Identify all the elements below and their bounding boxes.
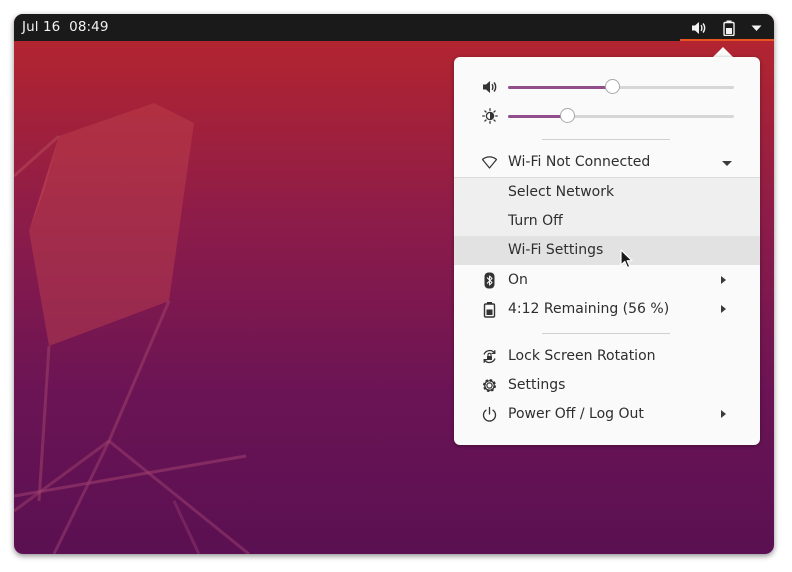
battery-label: 4:12 Remaining (56 %): [508, 301, 670, 317]
tray-speaker[interactable]: [688, 14, 710, 41]
bluetooth-menu-item[interactable]: On: [454, 266, 760, 295]
volume-slider[interactable]: [508, 79, 734, 94]
wifi-settings-label: Wi-Fi Settings: [508, 242, 604, 258]
tray-active-indicator: [680, 39, 774, 41]
mouse-cursor-icon: [620, 249, 633, 269]
tray-menu-toggle[interactable]: [746, 14, 766, 41]
bluetooth-icon: [484, 272, 495, 289]
tray-battery[interactable]: [718, 14, 740, 41]
turn-off-label: Turn Off: [508, 213, 563, 229]
brightness-slider[interactable]: [508, 108, 734, 123]
speaker-icon: [692, 21, 706, 34]
bluetooth-label: On: [508, 272, 528, 288]
gear-icon: [483, 379, 496, 392]
chevron-right-icon: [721, 276, 726, 284]
battery-menu-item[interactable]: 4:12 Remaining (56 %): [454, 295, 760, 324]
wifi-settings-item[interactable]: Wi-Fi Settings: [454, 236, 760, 265]
separator: [542, 333, 670, 334]
battery-icon: [483, 302, 496, 318]
wifi-submenu: Select Network Turn Off Wi-Fi Settings: [454, 177, 760, 265]
top-bar: Jul 16 08:49: [14, 14, 774, 41]
volume-knob[interactable]: [604, 79, 620, 94]
lock-rotation-item[interactable]: Lock Screen Rotation: [454, 342, 760, 371]
lock-rotation-label: Lock Screen Rotation: [508, 348, 656, 364]
battery-icon: [723, 20, 735, 36]
chevron-right-icon: [721, 305, 726, 313]
volume-row: [454, 74, 760, 100]
power-item[interactable]: Power Off / Log Out: [454, 400, 760, 429]
volume-fill: [508, 86, 612, 89]
select-network-item[interactable]: Select Network: [454, 178, 760, 207]
speaker-icon: [483, 81, 497, 93]
clock[interactable]: Jul 16 08:49: [22, 14, 109, 41]
wifi-label: Wi-Fi Not Connected: [508, 154, 651, 170]
wifi-menu-item[interactable]: Wi-Fi Not Connected: [454, 148, 760, 177]
brightness-row: [454, 103, 760, 129]
separator: [542, 139, 670, 140]
power-icon: [482, 406, 497, 422]
chevron-down-icon: [751, 25, 761, 31]
rotation-lock-icon: [483, 349, 496, 364]
power-label: Power Off / Log Out: [508, 406, 644, 422]
select-network-label: Select Network: [508, 184, 615, 200]
settings-item[interactable]: Settings: [454, 371, 760, 400]
settings-label: Settings: [508, 377, 566, 393]
chevron-down-icon: [722, 161, 732, 166]
brightness-knob[interactable]: [559, 108, 575, 123]
brightness-fill: [508, 115, 567, 118]
turn-off-item[interactable]: Turn Off: [454, 207, 760, 236]
brightness-icon: [482, 108, 498, 124]
system-menu: Wi-Fi Not Connected Select Network Turn …: [454, 57, 760, 445]
wifi-icon: [481, 156, 498, 169]
system-tray[interactable]: [678, 14, 774, 41]
chevron-right-icon: [721, 410, 726, 418]
